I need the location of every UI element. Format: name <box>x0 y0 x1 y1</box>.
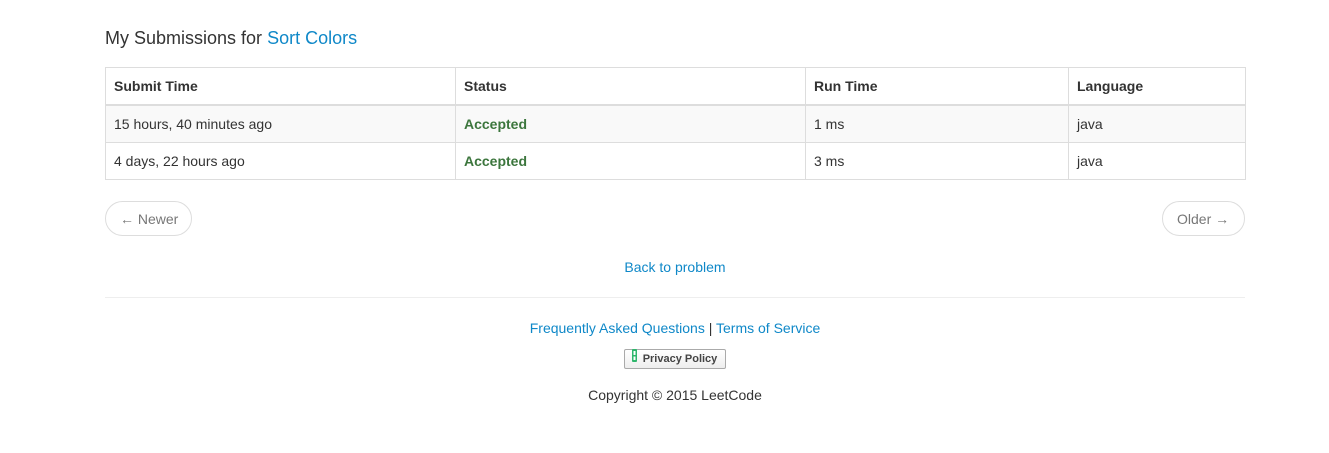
privacy-policy-button[interactable]: Privacy Policy <box>623 348 727 369</box>
submissions-table: Submit Time Status Run Time Language 15 … <box>105 67 1246 180</box>
submit-time-cell: 4 days, 22 hours ago <box>105 142 456 180</box>
column-header-language: Language <box>1068 67 1246 106</box>
column-header-submit-time: Submit Time <box>105 67 456 106</box>
problem-link[interactable]: Sort Colors <box>267 28 357 48</box>
older-button[interactable]: Older → <box>1162 201 1245 236</box>
run-time-cell: 1 ms <box>805 104 1069 143</box>
privacy-policy-container: Privacy Policy <box>105 348 1245 369</box>
submit-time-cell: 15 hours, 40 minutes ago <box>105 104 456 143</box>
page-title-prefix: My Submissions for <box>105 28 263 48</box>
language-cell: java <box>1068 142 1246 180</box>
footer-divider <box>105 297 1245 298</box>
footer-separator: | <box>708 320 713 336</box>
newer-button[interactable]: ← Newer <box>105 201 192 236</box>
table-row: 15 hours, 40 minutes ago Accepted 1 ms j… <box>105 104 1246 143</box>
table-header-row: Submit Time Status Run Time Language <box>105 67 1246 106</box>
status-link[interactable]: Accepted <box>464 153 527 169</box>
status-link[interactable]: Accepted <box>464 116 527 132</box>
status-cell: Accepted <box>455 142 806 180</box>
back-to-problem-link[interactable]: Back to problem <box>624 259 725 275</box>
column-header-status: Status <box>455 67 806 106</box>
table-row: 4 days, 22 hours ago Accepted 3 ms java <box>105 142 1246 180</box>
status-cell: Accepted <box>455 104 806 143</box>
privacy-policy-label: Privacy Policy <box>642 353 718 365</box>
faq-link[interactable]: Frequently Asked Questions <box>530 320 705 336</box>
column-header-run-time: Run Time <box>805 67 1069 106</box>
page-title: My Submissions for Sort Colors <box>105 28 357 49</box>
privacy-shield-icon <box>631 348 638 368</box>
language-cell: java <box>1068 104 1246 143</box>
back-to-problem: Back to problem <box>105 259 1245 275</box>
run-time-cell: 3 ms <box>805 142 1069 180</box>
terms-link[interactable]: Terms of Service <box>716 320 820 336</box>
copyright: Copyright © 2015 LeetCode <box>588 387 762 403</box>
footer-links: Frequently Asked Questions | Terms of Se… <box>105 320 1245 336</box>
